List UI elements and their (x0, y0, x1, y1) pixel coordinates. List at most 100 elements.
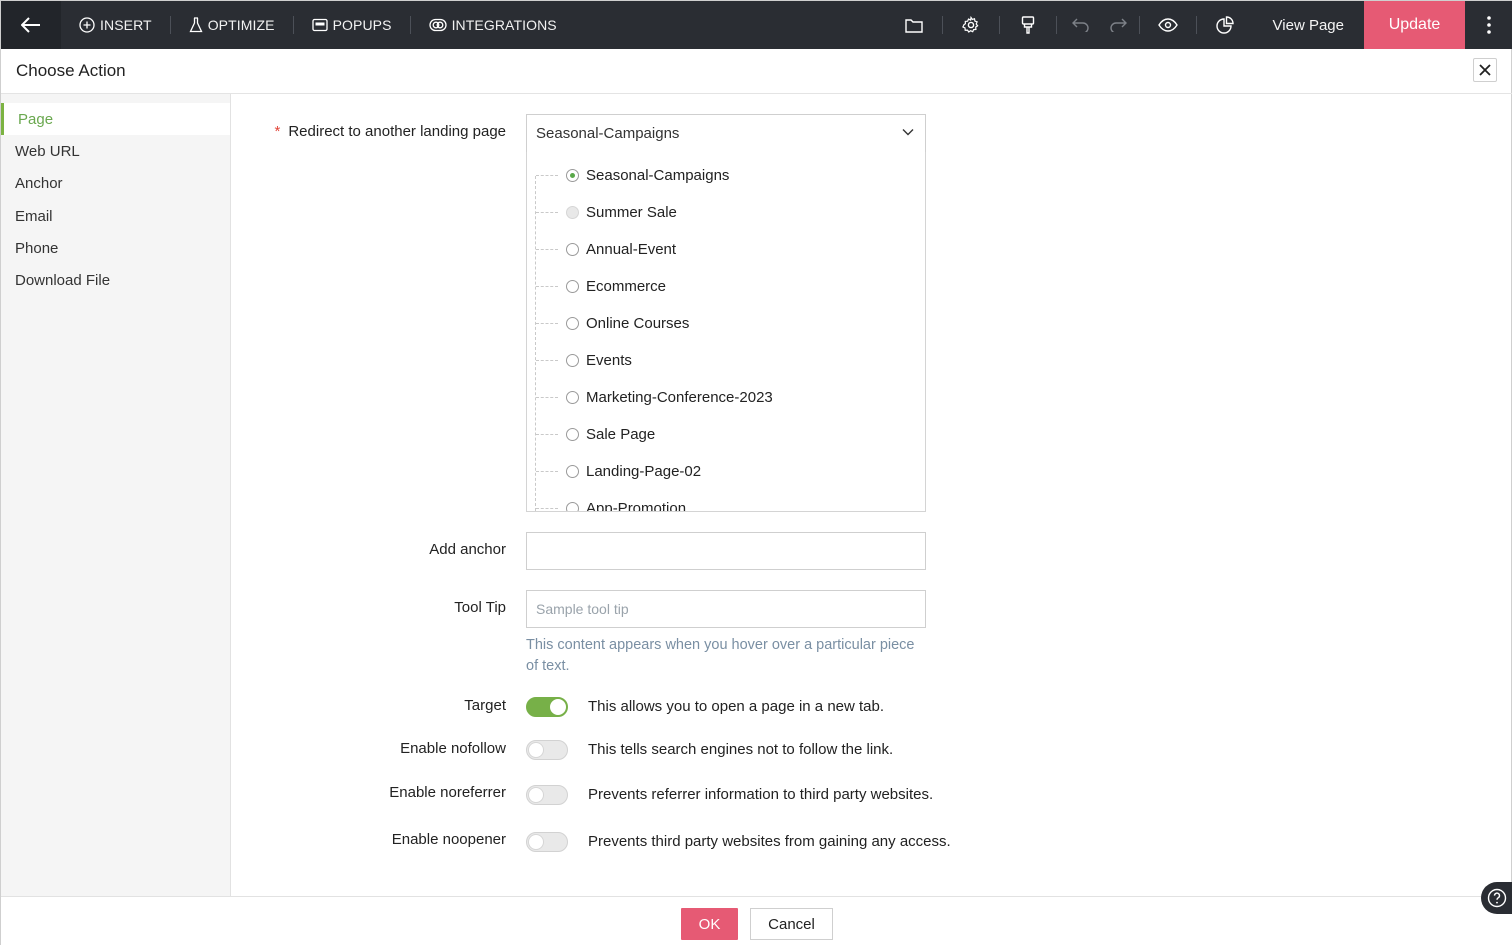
popup-icon (311, 18, 328, 32)
nofollow-label: Enable nofollow (400, 740, 506, 757)
radio-button[interactable] (566, 428, 579, 441)
page-option-label: Seasonal-Campaigns (586, 167, 730, 184)
radio-button[interactable] (566, 502, 579, 511)
page-option[interactable]: Events (527, 342, 925, 379)
page-option[interactable]: Summer Sale (527, 194, 925, 231)
page-option[interactable]: Sale Page (527, 416, 925, 453)
help-icon (1487, 888, 1507, 908)
target-description: This allows you to open a page in a new … (588, 698, 885, 715)
page-option-label: Annual-Event (586, 241, 677, 258)
optimize-label: OPTIMIZE (207, 17, 275, 33)
page-option-label: Ecommerce (586, 278, 667, 295)
tooltip-hint: This content appears when you hover over… (526, 637, 915, 674)
tooltip-label: Tool Tip (454, 599, 506, 616)
landing-page-select[interactable]: Seasonal-Campaigns (526, 114, 926, 153)
radio-button (566, 206, 579, 219)
radio-button[interactable] (566, 280, 579, 293)
help-button[interactable] (1481, 882, 1512, 914)
pie-chart-icon (1215, 16, 1234, 34)
page-option-label: App-Promotion (586, 500, 687, 512)
back-button[interactable] (1, 1, 61, 49)
noopener-description: Prevents third party websites from gaini… (588, 833, 951, 850)
close-icon (1479, 64, 1491, 76)
more-vertical-icon (1487, 16, 1491, 34)
required-asterisk: * (274, 123, 281, 140)
page-option[interactable]: Marketing-Conference-2023 (527, 379, 925, 416)
radio-button[interactable] (566, 317, 579, 330)
page-option[interactable]: Online Courses (527, 305, 925, 342)
sidebar-item-download-file[interactable]: Download File (1, 264, 230, 296)
gear-icon (961, 16, 979, 33)
page-option[interactable]: Annual-Event (527, 231, 925, 268)
preview-button[interactable] (1140, 1, 1196, 49)
sidebar-item-web-url[interactable]: Web URL (1, 135, 230, 167)
update-button[interactable]: Update (1364, 1, 1465, 49)
radio-button[interactable] (566, 391, 579, 404)
noopener-toggle[interactable] (526, 832, 568, 852)
insert-label: INSERT (100, 17, 152, 33)
noreferrer-description: Prevents referrer information to third p… (588, 786, 934, 803)
folder-button[interactable] (886, 1, 942, 49)
insert-menu[interactable]: INSERT (61, 1, 170, 49)
plus-circle-icon (79, 17, 95, 33)
integrations-label: INTEGRATIONS (451, 17, 557, 33)
optimize-menu[interactable]: OPTIMIZE (171, 1, 293, 49)
page-option-label: Events (586, 352, 632, 369)
flask-icon (189, 17, 203, 33)
page-option-label: Summer Sale (586, 204, 677, 221)
chevron-down-icon (902, 129, 914, 136)
redirect-label: * Redirect to another landing page (251, 123, 507, 140)
page-option[interactable]: Landing-Page-02 (527, 453, 925, 490)
page-option-label: Marketing-Conference-2023 (586, 389, 773, 406)
radio-button[interactable] (566, 243, 579, 256)
sidebar-item-email[interactable]: Email (1, 200, 230, 232)
target-toggle[interactable] (526, 697, 568, 717)
noreferrer-toggle[interactable] (526, 785, 568, 805)
more-options-button[interactable] (1465, 1, 1512, 49)
landing-page-dropdown[interactable]: Seasonal-Campaigns Summer Sale Annual-Ev… (526, 152, 926, 512)
view-page-link[interactable]: View Page (1253, 1, 1364, 49)
page-option-label: Sale Page (586, 426, 656, 443)
sidebar-item-phone[interactable]: Phone (1, 232, 230, 264)
page-option[interactable]: Seasonal-Campaigns (527, 157, 925, 194)
nofollow-description: This tells search engines not to follow … (588, 741, 894, 758)
folder-icon (904, 18, 923, 33)
anchor-input[interactable] (526, 532, 926, 570)
radio-button[interactable] (566, 354, 579, 367)
redirect-label-text: Redirect to another landing page (288, 123, 506, 140)
close-button[interactable] (1473, 58, 1497, 82)
brush-button[interactable] (1000, 1, 1056, 49)
settings-button[interactable] (943, 1, 999, 49)
page-option-label: Landing-Page-02 (586, 463, 702, 480)
dialog-title: Choose Action (16, 61, 126, 80)
add-anchor-label: Add anchor (429, 541, 506, 558)
tooltip-input[interactable] (526, 590, 926, 628)
dialog-footer: OK Cancel (1, 896, 1512, 945)
top-toolbar: INSERT OPTIMIZE POPUPS INTEGRATIONS View… (1, 1, 1512, 49)
page-option[interactable]: App-Promotion (527, 490, 925, 512)
sidebar-item-anchor[interactable]: Anchor (1, 168, 230, 200)
cancel-button[interactable]: Cancel (750, 908, 833, 940)
redo-icon (1109, 18, 1127, 32)
arrow-left-icon (21, 17, 40, 33)
selected-page-value: Seasonal-Campaigns (536, 125, 680, 142)
radio-button[interactable] (566, 465, 579, 478)
popups-menu[interactable]: POPUPS (294, 1, 410, 49)
integrations-icon (428, 18, 447, 32)
paint-brush-icon (1021, 16, 1034, 34)
integrations-menu[interactable]: INTEGRATIONS (411, 1, 575, 49)
analytics-button[interactable] (1197, 1, 1253, 49)
eye-icon (1157, 18, 1178, 32)
nofollow-toggle[interactable] (526, 740, 568, 760)
undo-button[interactable] (1057, 1, 1105, 49)
redo-button[interactable] (1105, 1, 1131, 49)
page-option[interactable]: Ecommerce (527, 268, 925, 305)
sidebar-item-page[interactable]: Page (1, 103, 230, 136)
page-option-label: Online Courses (586, 315, 690, 332)
popups-label: POPUPS (332, 17, 392, 33)
undo-icon (1071, 18, 1089, 32)
noreferrer-label: Enable noreferrer (389, 784, 506, 801)
ok-button[interactable]: OK (681, 908, 738, 940)
action-type-sidebar: Page Web URL Anchor Email Phone Download… (1, 94, 231, 896)
radio-button[interactable] (566, 169, 579, 182)
